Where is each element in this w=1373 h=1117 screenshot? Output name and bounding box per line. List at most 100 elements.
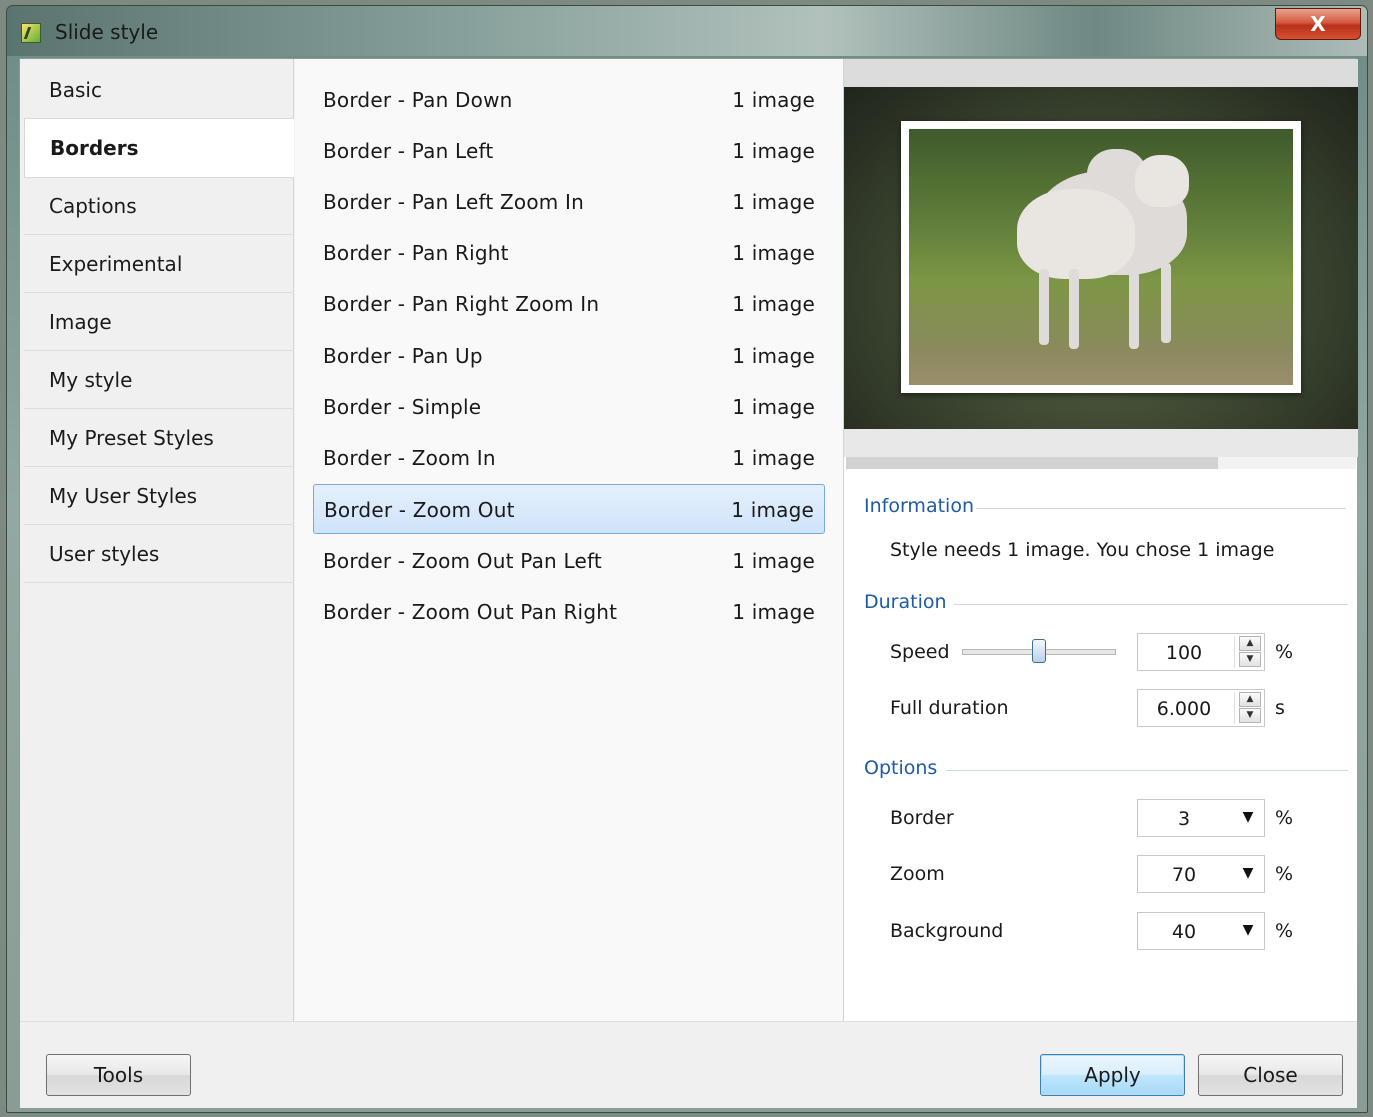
app-icon xyxy=(21,23,41,43)
style-name: Border - Pan Right xyxy=(323,241,509,265)
zoom-label: Zoom xyxy=(890,863,945,885)
preview-top-bar xyxy=(844,59,1358,87)
style-image-count: 1 image xyxy=(732,395,815,419)
tab-basic[interactable]: Basic xyxy=(24,61,294,119)
full-duration-unit: s xyxy=(1275,697,1285,719)
style-name: Border - Pan Left xyxy=(323,139,494,163)
style-item-pan-right-zoom-in[interactable]: Border - Pan Right Zoom In 1 image xyxy=(313,279,825,329)
style-image-count: 1 image xyxy=(732,190,815,214)
slide-style-window: Slide style X Basic Borders Captions Exp… xyxy=(6,5,1368,1113)
tab-my-user-styles[interactable]: My User Styles xyxy=(24,467,294,525)
window-title: Slide style xyxy=(55,20,159,44)
style-image-count: 1 image xyxy=(732,88,815,112)
style-item-zoom-out-pan-left[interactable]: Border - Zoom Out Pan Left 1 image xyxy=(313,536,825,586)
style-image-count: 1 image xyxy=(732,241,815,265)
speed-slider-thumb[interactable] xyxy=(1032,639,1046,663)
style-item-zoom-out-pan-right[interactable]: Border - Zoom Out Pan Right 1 image xyxy=(313,587,825,637)
speed-spin-arrows: ▲ ▼ xyxy=(1234,636,1262,668)
full-duration-label: Full duration xyxy=(890,697,1009,719)
speed-unit: % xyxy=(1275,641,1294,663)
tools-button[interactable]: Tools xyxy=(46,1054,191,1096)
dialog-client: Basic Borders Captions Experimental Imag… xyxy=(19,58,1358,1108)
style-name: Border - Pan Right Zoom In xyxy=(323,292,600,316)
border-dropdown[interactable]: 3 ▼ xyxy=(1137,799,1265,837)
chevron-down-icon: ▼ xyxy=(1242,809,1254,825)
preview-progress-track[interactable] xyxy=(1218,457,1356,469)
lamb-leg xyxy=(1161,263,1171,343)
style-name: Border - Pan Up xyxy=(323,344,483,368)
speed-up-arrow-icon[interactable]: ▲ xyxy=(1239,636,1261,651)
settings-panel: Information Style needs 1 image. You cho… xyxy=(843,59,1358,1021)
options-group-title: Options xyxy=(864,757,938,779)
preview-bottom-bar xyxy=(844,429,1358,457)
close-window-button[interactable]: X xyxy=(1275,8,1361,40)
tab-my-preset-styles[interactable]: My Preset Styles xyxy=(24,409,294,467)
background-value: 40 xyxy=(1171,921,1197,943)
style-image-count: 1 image xyxy=(732,600,815,624)
background-label: Background xyxy=(890,920,1004,942)
group-divider xyxy=(946,770,1348,771)
preview-progress-bar[interactable] xyxy=(846,457,1218,469)
zoom-value: 70 xyxy=(1171,864,1197,886)
information-group-title: Information xyxy=(864,495,974,517)
border-unit: % xyxy=(1275,807,1294,829)
style-item-zoom-out[interactable]: Border - Zoom Out 1 image xyxy=(313,484,825,534)
preview-photo-lambs xyxy=(909,129,1293,385)
group-divider xyxy=(954,604,1348,605)
style-item-pan-up[interactable]: Border - Pan Up 1 image xyxy=(313,331,825,381)
style-item-pan-right[interactable]: Border - Pan Right 1 image xyxy=(313,228,825,278)
tab-experimental[interactable]: Experimental xyxy=(24,235,294,293)
zoom-dropdown[interactable]: 70 ▼ xyxy=(1137,855,1265,893)
style-item-pan-down[interactable]: Border - Pan Down 1 image xyxy=(313,75,825,125)
style-image-count: 1 image xyxy=(732,344,815,368)
title-bar[interactable]: Slide style X xyxy=(7,6,1367,56)
tab-captions[interactable]: Captions xyxy=(24,177,294,235)
speed-value: 100 xyxy=(1165,642,1203,664)
duration-up-arrow-icon[interactable]: ▲ xyxy=(1239,692,1261,707)
lamb-leg xyxy=(1039,269,1049,345)
tab-borders[interactable]: Borders xyxy=(24,118,294,178)
apply-button[interactable]: Apply xyxy=(1040,1054,1185,1096)
close-button[interactable]: Close xyxy=(1198,1054,1343,1096)
style-item-pan-left-zoom-in[interactable]: Border - Pan Left Zoom In 1 image xyxy=(313,177,825,227)
style-image-count: 1 image xyxy=(732,549,815,573)
style-name: Border - Zoom In xyxy=(323,446,496,470)
chevron-down-icon: ▼ xyxy=(1242,865,1254,881)
speed-down-arrow-icon[interactable]: ▼ xyxy=(1239,652,1261,667)
background-unit: % xyxy=(1275,920,1294,942)
button-bar: Tools Apply Close xyxy=(20,1021,1357,1108)
style-item-pan-left[interactable]: Border - Pan Left 1 image xyxy=(313,126,825,176)
style-item-simple[interactable]: Border - Simple 1 image xyxy=(313,382,825,432)
style-image-count: 1 image xyxy=(731,498,814,522)
background-dropdown[interactable]: 40 ▼ xyxy=(1137,912,1265,950)
border-label: Border xyxy=(890,807,954,829)
tab-my-style[interactable]: My style xyxy=(24,351,294,409)
style-preview[interactable] xyxy=(844,87,1358,429)
duration-down-arrow-icon[interactable]: ▼ xyxy=(1239,708,1261,723)
style-name: Border - Pan Down xyxy=(323,88,513,112)
full-duration-spin-arrows: ▲ ▼ xyxy=(1234,692,1262,724)
tab-user-styles[interactable]: User styles xyxy=(24,525,294,583)
style-image-count: 1 image xyxy=(732,139,815,163)
style-name: Border - Pan Left Zoom In xyxy=(323,190,585,214)
duration-group-title: Duration xyxy=(864,591,947,613)
full-duration-value: 6.000 xyxy=(1156,698,1212,720)
lamb-leg xyxy=(1069,269,1079,349)
style-name: Border - Zoom Out xyxy=(324,498,515,522)
lamb-head xyxy=(1135,155,1189,207)
border-value: 3 xyxy=(1177,808,1191,830)
information-text: Style needs 1 image. You chose 1 image xyxy=(890,539,1275,561)
chevron-down-icon: ▼ xyxy=(1242,922,1254,938)
full-duration-spinbox[interactable]: 6.000 ▲ ▼ xyxy=(1137,689,1265,727)
lamb-body xyxy=(1017,189,1135,279)
tab-image[interactable]: Image xyxy=(24,293,294,351)
preview-photo-frame xyxy=(901,121,1301,393)
category-tabs: Basic Borders Captions Experimental Imag… xyxy=(20,59,294,1021)
zoom-unit: % xyxy=(1275,863,1294,885)
speed-spinbox[interactable]: 100 ▲ ▼ xyxy=(1137,633,1265,671)
style-name: Border - Zoom Out Pan Right xyxy=(323,600,618,624)
style-image-count: 1 image xyxy=(732,292,815,316)
speed-label: Speed xyxy=(890,641,950,663)
style-name: Border - Zoom Out Pan Left xyxy=(323,549,602,573)
style-item-zoom-in[interactable]: Border - Zoom In 1 image xyxy=(313,433,825,483)
